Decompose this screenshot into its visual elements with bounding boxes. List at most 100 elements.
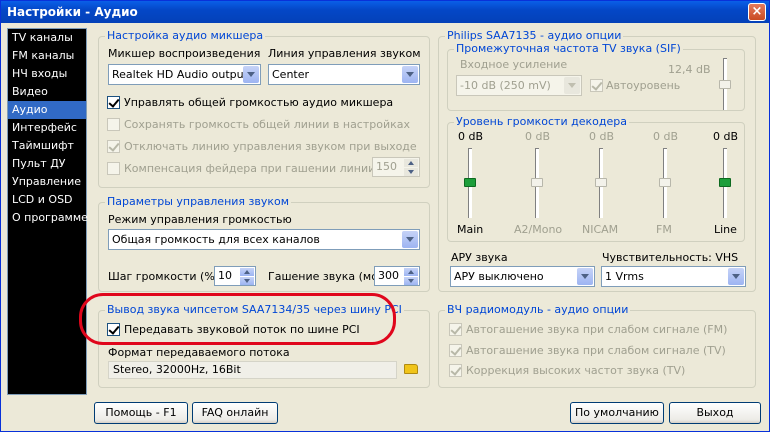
stream-format-label: Формат передаваемого потока <box>108 346 290 359</box>
rf-hf-checkbox[interactable] <box>449 364 462 377</box>
chevron-down-icon[interactable] <box>564 77 580 94</box>
main-label: Main <box>457 223 484 236</box>
title-bar: Настройки - Аудио × <box>1 1 769 23</box>
faq-button[interactable]: FAQ онлайн <box>192 402 278 424</box>
chevron-down-icon[interactable] <box>243 66 259 83</box>
sidebar-item-interface[interactable]: Интерфейс <box>8 119 86 137</box>
auto-level-checkbox[interactable] <box>590 79 603 92</box>
manage-volume-label: Управлять общей громкостью аудио микшера <box>124 96 394 109</box>
default-button[interactable]: По умолчанию <box>570 402 664 424</box>
fade-spinner[interactable]: 300 <box>374 266 420 286</box>
aru-value: АРУ выключено <box>454 270 544 283</box>
highlight-annotation <box>79 293 396 345</box>
sound-control-group: Параметры управления звуком Режим управл… <box>98 195 430 292</box>
sif-slider-thumb[interactable] <box>719 80 731 89</box>
rf-fm-checkbox[interactable] <box>449 323 462 336</box>
sidebar-item-audio[interactable]: Аудио <box>8 101 86 119</box>
aru-label: АРУ звука <box>451 251 508 264</box>
spin-down-icon[interactable] <box>404 277 418 285</box>
close-button[interactable]: × <box>748 3 766 21</box>
auto-level-label: Автоуровень <box>606 79 681 92</box>
sif-db-value: 12,4 dB <box>668 63 711 76</box>
sidebar-item-video[interactable]: Видео <box>8 83 86 101</box>
a2-db-label: 0 dB <box>525 130 551 143</box>
decoder-group: Уровень громкости декодера 0 dB Main 0 d… <box>447 115 745 242</box>
disable-line-checkbox[interactable] <box>107 140 120 153</box>
line-label: Line <box>714 223 737 236</box>
settings-window: Настройки - Аудио × TV каналы FM каналы … <box>0 0 770 432</box>
playback-mixer-label: Микшер воспроизведения <box>108 47 261 60</box>
sidebar-item-lf-inputs[interactable]: НЧ входы <box>8 65 86 83</box>
sidebar-item-about[interactable]: О программе <box>8 209 88 227</box>
sidebar-item-control[interactable]: Управление <box>8 173 86 191</box>
philips-group: Philips SAA7135 - аудио опции Промежуточ… <box>438 29 756 292</box>
nicam-label: NICAM <box>582 223 619 236</box>
fader-comp-label: Компенсация фейдера при гашении линии (м… <box>124 162 402 175</box>
help-button[interactable]: Помощь - F1 <box>94 402 188 424</box>
volume-mode-label: Режим управления громкостью <box>108 213 292 226</box>
rf-tv-label: Автогашение звука при слабом сигнале (TV… <box>466 344 726 357</box>
save-volume-checkbox[interactable] <box>107 118 120 131</box>
line-slider-thumb[interactable] <box>719 178 731 187</box>
fader-comp-value: 150 <box>376 160 397 173</box>
volume-mode-select[interactable]: Общая громкость для всех каналов <box>108 229 420 250</box>
rf-fm-label: Автогашение звука при слабом сигнале (FM… <box>466 323 728 336</box>
aru-select[interactable]: АРУ выключено <box>450 266 595 287</box>
playback-mixer-select[interactable]: Realtek HD Audio output <box>108 64 261 85</box>
main-db-label: 0 dB <box>458 130 484 143</box>
input-gain-label: Входное усиление <box>460 58 568 71</box>
spin-down-icon[interactable] <box>404 168 418 176</box>
sidebar-item-timeshift[interactable]: Таймшифт <box>8 137 86 155</box>
playback-mixer-value: Realtek HD Audio output <box>112 68 248 81</box>
sensitivity-label: Чувствительность: VHS <box>602 251 739 264</box>
exit-button[interactable]: Выход <box>669 402 761 424</box>
spin-up-icon[interactable] <box>240 268 254 276</box>
fm-label: FM <box>656 223 672 236</box>
folder-icon[interactable] <box>404 364 418 374</box>
window-title: Настройки - Аудио <box>7 5 138 19</box>
sensitivity-select[interactable]: 1 Vrms <box>601 266 746 287</box>
manage-volume-checkbox[interactable] <box>107 96 120 109</box>
nicam-slider-thumb[interactable] <box>595 178 607 187</box>
fade-value: 300 <box>378 269 399 282</box>
main-slider-thumb[interactable] <box>464 178 476 187</box>
fm-slider-thumb[interactable] <box>659 178 671 187</box>
spin-up-icon[interactable] <box>404 268 418 276</box>
chevron-down-icon[interactable] <box>577 268 593 285</box>
a2-slider-thumb[interactable] <box>531 178 543 187</box>
sound-control-group-title: Параметры управления звуком <box>105 195 292 208</box>
fade-label: Гашение звука (мс) <box>268 270 382 283</box>
fader-comp-spinner[interactable]: 150 <box>372 157 420 177</box>
sensitivity-value: 1 Vrms <box>605 270 644 283</box>
input-gain-value: -10 dB (250 mV) <box>460 79 551 92</box>
fm-db-label: 0 dB <box>653 130 679 143</box>
rf-tv-checkbox[interactable] <box>449 344 462 357</box>
sif-group-title: Промежуточная частота TV звука (SIF) <box>454 42 683 55</box>
input-gain-select[interactable]: -10 dB (250 mV) <box>456 75 582 96</box>
chevron-down-icon[interactable] <box>728 268 744 285</box>
chevron-down-icon[interactable] <box>402 66 418 83</box>
control-line-label: Линия управления звуком <box>268 47 421 60</box>
disable-line-label: Отключать линию управления звуком при вы… <box>124 140 417 153</box>
rf-group: ВЧ радиомодуль - аудио опции Автогашение… <box>438 303 756 388</box>
decoder-group-title: Уровень громкости декодера <box>454 115 629 128</box>
sidebar-item-lcd-osd[interactable]: LCD и OSD <box>8 191 86 209</box>
save-volume-label: Сохранять громкость общей линии в настро… <box>124 118 411 131</box>
volume-step-value: 10 <box>218 269 232 282</box>
sif-group: Промежуточная частота TV звука (SIF) Вхо… <box>447 42 745 111</box>
chevron-down-icon[interactable] <box>402 231 418 248</box>
fader-comp-checkbox[interactable] <box>107 162 120 175</box>
close-icon: × <box>751 4 763 19</box>
sidebar-item-tv-channels[interactable]: TV каналы <box>8 29 86 47</box>
volume-mode-value: Общая громкость для всех каналов <box>112 233 320 246</box>
sidebar-item-remote[interactable]: Пульт ДУ <box>8 155 86 173</box>
nicam-db-label: 0 dB <box>589 130 615 143</box>
sidebar: TV каналы FM каналы НЧ входы Видео Аудио… <box>7 28 88 395</box>
spin-down-icon[interactable] <box>240 277 254 285</box>
sidebar-item-fm-channels[interactable]: FM каналы <box>8 47 86 65</box>
line-db-label: 0 dB <box>713 130 739 143</box>
spin-up-icon[interactable] <box>404 159 418 167</box>
control-line-select[interactable]: Center <box>268 64 420 85</box>
volume-step-spinner[interactable]: 10 <box>214 266 256 286</box>
a2-label: A2/Mono <box>514 223 563 236</box>
